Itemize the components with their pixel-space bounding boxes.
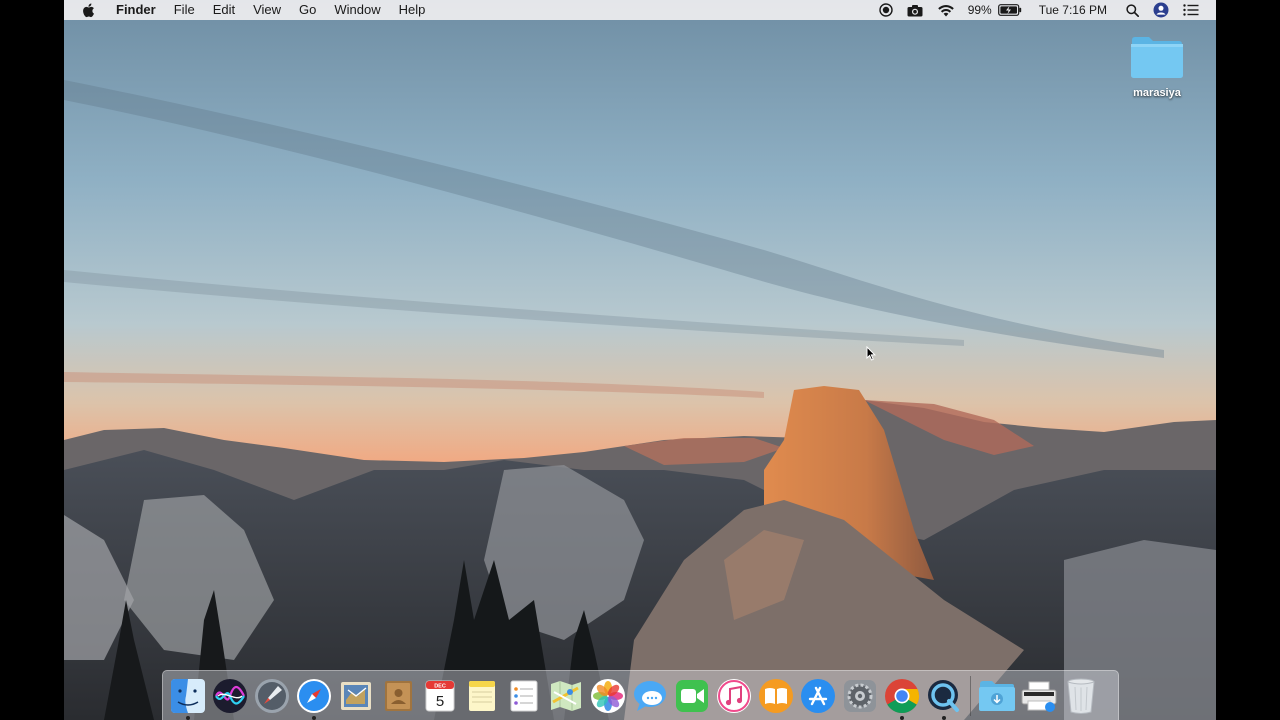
dock-messages[interactable]	[629, 675, 671, 717]
contacts-icon	[385, 680, 412, 711]
dock-system-preferences[interactable]	[839, 675, 881, 717]
calendar-icon: DEC 5	[425, 680, 455, 711]
dock-notes[interactable]	[461, 675, 503, 717]
dock-launchpad[interactable]	[251, 675, 293, 717]
dock-siri[interactable]	[209, 675, 251, 717]
desktop-folder-label: marasiya	[1133, 87, 1181, 99]
dock-ibooks[interactable]	[755, 675, 797, 717]
dock-maps[interactable]	[545, 675, 587, 717]
menu-extras: 99% Tue 7:16 PM	[872, 0, 1216, 20]
menu-view[interactable]: View	[244, 0, 290, 20]
dock-trash[interactable]	[1060, 675, 1102, 717]
calendar-month: DEC	[434, 683, 446, 689]
chrome-icon	[885, 678, 919, 713]
system-preferences-icon	[844, 679, 876, 712]
screen-record-icon[interactable]	[872, 0, 900, 20]
dock-downloads-stack[interactable]	[976, 675, 1018, 717]
spotlight-search-icon[interactable]	[1119, 0, 1146, 20]
downloads-folder-icon	[979, 680, 1015, 711]
apple-logo-icon[interactable]	[64, 3, 107, 18]
dock-printer[interactable]	[1018, 675, 1060, 717]
calendar-day: 5	[436, 693, 444, 710]
menu-edit[interactable]: Edit	[204, 0, 244, 20]
dock-quicktime[interactable]	[923, 675, 965, 720]
menu-window[interactable]: Window	[325, 0, 389, 20]
ibooks-icon	[759, 678, 793, 713]
desktop-folder-marasiya[interactable]: marasiya	[1124, 34, 1190, 99]
menu-clock[interactable]: Tue 7:16 PM	[1029, 0, 1119, 20]
desktop-wallpaper	[64, 0, 1216, 720]
printer-icon	[1021, 681, 1057, 712]
dock-safari[interactable]	[293, 675, 335, 720]
running-indicator	[942, 715, 946, 720]
mail-icon	[341, 681, 371, 710]
dock-contacts[interactable]	[377, 675, 419, 717]
dock-itunes[interactable]	[713, 675, 755, 717]
running-indicator	[312, 715, 316, 720]
messages-icon	[634, 680, 666, 711]
dock-chrome[interactable]	[881, 675, 923, 720]
notes-icon	[469, 680, 495, 711]
mouse-cursor-icon	[866, 346, 876, 361]
dock: DEC 5	[162, 670, 1119, 720]
dock-separator	[970, 675, 971, 716]
running-indicator	[186, 715, 190, 720]
menu-help[interactable]: Help	[390, 0, 435, 20]
siri-icon	[213, 678, 247, 713]
dock-calendar[interactable]: DEC 5	[419, 675, 461, 717]
battery-charging-icon[interactable]	[997, 0, 1029, 20]
user-avatar-icon[interactable]	[1146, 0, 1176, 20]
menu-app-finder[interactable]: Finder	[107, 0, 165, 20]
maps-icon	[551, 680, 581, 711]
menu-file[interactable]: File	[165, 0, 204, 20]
safari-icon	[297, 678, 331, 713]
desktop-screen: Finder File Edit View Go Window Help 99%…	[64, 0, 1216, 720]
folder-icon	[1131, 37, 1183, 78]
menu-bar: Finder File Edit View Go Window Help 99%…	[64, 0, 1216, 20]
quicktime-icon	[928, 679, 959, 712]
itunes-icon	[717, 678, 751, 713]
trash-icon	[1067, 678, 1095, 714]
dock-reminders[interactable]	[503, 675, 545, 717]
launchpad-icon	[255, 678, 289, 713]
dock-mail[interactable]	[335, 675, 377, 717]
dock-app-store[interactable]	[797, 675, 839, 717]
wifi-icon[interactable]	[930, 0, 962, 20]
running-indicator	[900, 715, 904, 720]
dock-finder[interactable]	[167, 675, 209, 720]
screenshot-camera-icon[interactable]	[900, 0, 930, 20]
finder-icon	[171, 678, 205, 713]
battery-percent: 99%	[967, 3, 992, 17]
notification-center-icon[interactable]	[1176, 0, 1206, 20]
facetime-icon	[676, 679, 708, 712]
app-store-icon	[801, 678, 835, 713]
reminders-icon	[510, 680, 538, 711]
dock-photos[interactable]	[587, 675, 629, 717]
dock-facetime[interactable]	[671, 675, 713, 717]
menu-go[interactable]: Go	[290, 0, 325, 20]
photos-icon	[591, 678, 625, 713]
